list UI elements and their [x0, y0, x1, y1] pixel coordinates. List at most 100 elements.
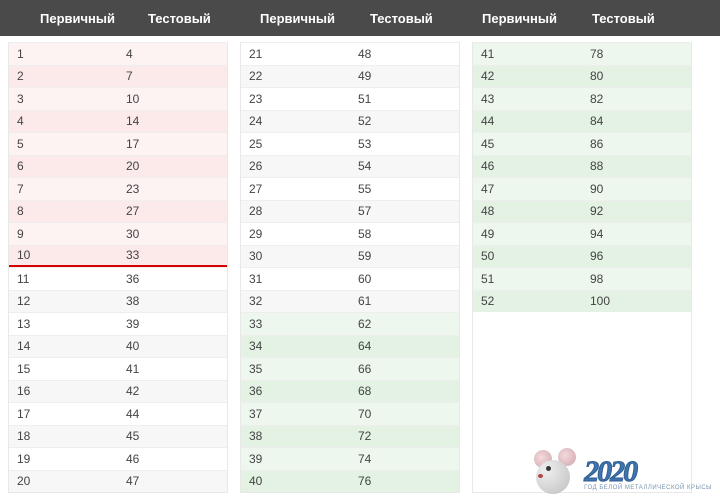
test-score: 84: [582, 114, 691, 128]
test-score: 55: [350, 182, 459, 196]
table-row: 3566: [241, 357, 459, 380]
tables-container: 1427310414517620723827930103311361238133…: [0, 36, 720, 493]
table-row: 4076: [241, 470, 459, 493]
table-row: 5198: [473, 267, 691, 290]
test-score: 14: [118, 114, 227, 128]
test-score: 27: [118, 204, 227, 218]
table-row: 3872: [241, 425, 459, 448]
table-row: 4994: [473, 222, 691, 245]
primary-score: 32: [241, 294, 350, 308]
primary-score: 5: [9, 137, 118, 151]
table-row: 414: [9, 110, 227, 133]
table-row: 5096: [473, 245, 691, 268]
test-score: 66: [350, 362, 459, 376]
score-column-1: 1427310414517620723827930103311361238133…: [8, 42, 228, 493]
table-row: 1033: [9, 245, 227, 268]
primary-score: 12: [9, 294, 118, 308]
table-row: 1339: [9, 312, 227, 335]
test-score: 60: [350, 272, 459, 286]
table-row: 1946: [9, 447, 227, 470]
watermark: 2020 ГОД БЕЛОЙ МЕТАЛЛИЧЕСКОЙ КРЫСЫ: [536, 452, 712, 494]
primary-score: 17: [9, 407, 118, 421]
test-score: 38: [118, 294, 227, 308]
table-row: 723: [9, 177, 227, 200]
primary-score: 20: [9, 474, 118, 488]
table-row: 1744: [9, 402, 227, 425]
header-primary-1: Первичный: [40, 11, 148, 26]
header-primary-3: Первичный: [482, 11, 592, 26]
table-row: 14: [9, 42, 227, 65]
test-score: 41: [118, 362, 227, 376]
table-row: 1440: [9, 335, 227, 358]
primary-score: 38: [241, 429, 350, 443]
table-row: 1238: [9, 290, 227, 313]
test-score: 20: [118, 159, 227, 173]
primary-score: 2: [9, 69, 118, 83]
test-score: 88: [582, 159, 691, 173]
table-row: 3770: [241, 402, 459, 425]
test-score: 53: [350, 137, 459, 151]
test-score: 58: [350, 227, 459, 241]
table-row: 52100: [473, 290, 691, 313]
test-score: 74: [350, 452, 459, 466]
test-score: 72: [350, 429, 459, 443]
primary-score: 7: [9, 182, 118, 196]
primary-score: 24: [241, 114, 350, 128]
primary-score: 29: [241, 227, 350, 241]
primary-score: 48: [473, 204, 582, 218]
mouse-icon: [536, 452, 578, 494]
table-row: 517: [9, 132, 227, 155]
test-score: 30: [118, 227, 227, 241]
test-score: 40: [118, 339, 227, 353]
test-score: 78: [582, 47, 691, 61]
primary-score: 18: [9, 429, 118, 443]
primary-score: 36: [241, 384, 350, 398]
test-score: 61: [350, 294, 459, 308]
test-score: 70: [350, 407, 459, 421]
table-row: 3668: [241, 380, 459, 403]
table-row: 4178: [473, 42, 691, 65]
primary-score: 21: [241, 47, 350, 61]
table-row: 2249: [241, 65, 459, 88]
test-score: 47: [118, 474, 227, 488]
test-score: 94: [582, 227, 691, 241]
table-row: 27: [9, 65, 227, 88]
primary-score: 31: [241, 272, 350, 286]
primary-score: 1: [9, 47, 118, 61]
test-score: 98: [582, 272, 691, 286]
test-score: 59: [350, 249, 459, 263]
primary-score: 46: [473, 159, 582, 173]
table-row: 310: [9, 87, 227, 110]
primary-score: 33: [241, 317, 350, 331]
primary-score: 6: [9, 159, 118, 173]
primary-score: 10: [9, 248, 118, 262]
test-score: 52: [350, 114, 459, 128]
test-score: 82: [582, 92, 691, 106]
test-score: 49: [350, 69, 459, 83]
test-score: 23: [118, 182, 227, 196]
test-score: 7: [118, 69, 227, 83]
table-row: 1136: [9, 267, 227, 290]
watermark-year: 2020: [584, 455, 712, 489]
test-score: 51: [350, 92, 459, 106]
primary-score: 40: [241, 474, 350, 488]
primary-score: 45: [473, 137, 582, 151]
test-score: 44: [118, 407, 227, 421]
primary-score: 49: [473, 227, 582, 241]
header-test-3: Тестовый: [592, 11, 692, 26]
test-score: 48: [350, 47, 459, 61]
table-row: 4688: [473, 155, 691, 178]
test-score: 46: [118, 452, 227, 466]
table-row: 1541: [9, 357, 227, 380]
table-row: 620: [9, 155, 227, 178]
table-row: 2755: [241, 177, 459, 200]
table-row: 4892: [473, 200, 691, 223]
score-column-2: 2148224923512452255326542755285729583059…: [240, 42, 460, 493]
primary-score: 15: [9, 362, 118, 376]
header-primary-2: Первичный: [260, 11, 370, 26]
primary-score: 3: [9, 92, 118, 106]
table-row: 2351: [241, 87, 459, 110]
primary-score: 52: [473, 294, 582, 308]
test-score: 4: [118, 47, 227, 61]
primary-score: 39: [241, 452, 350, 466]
